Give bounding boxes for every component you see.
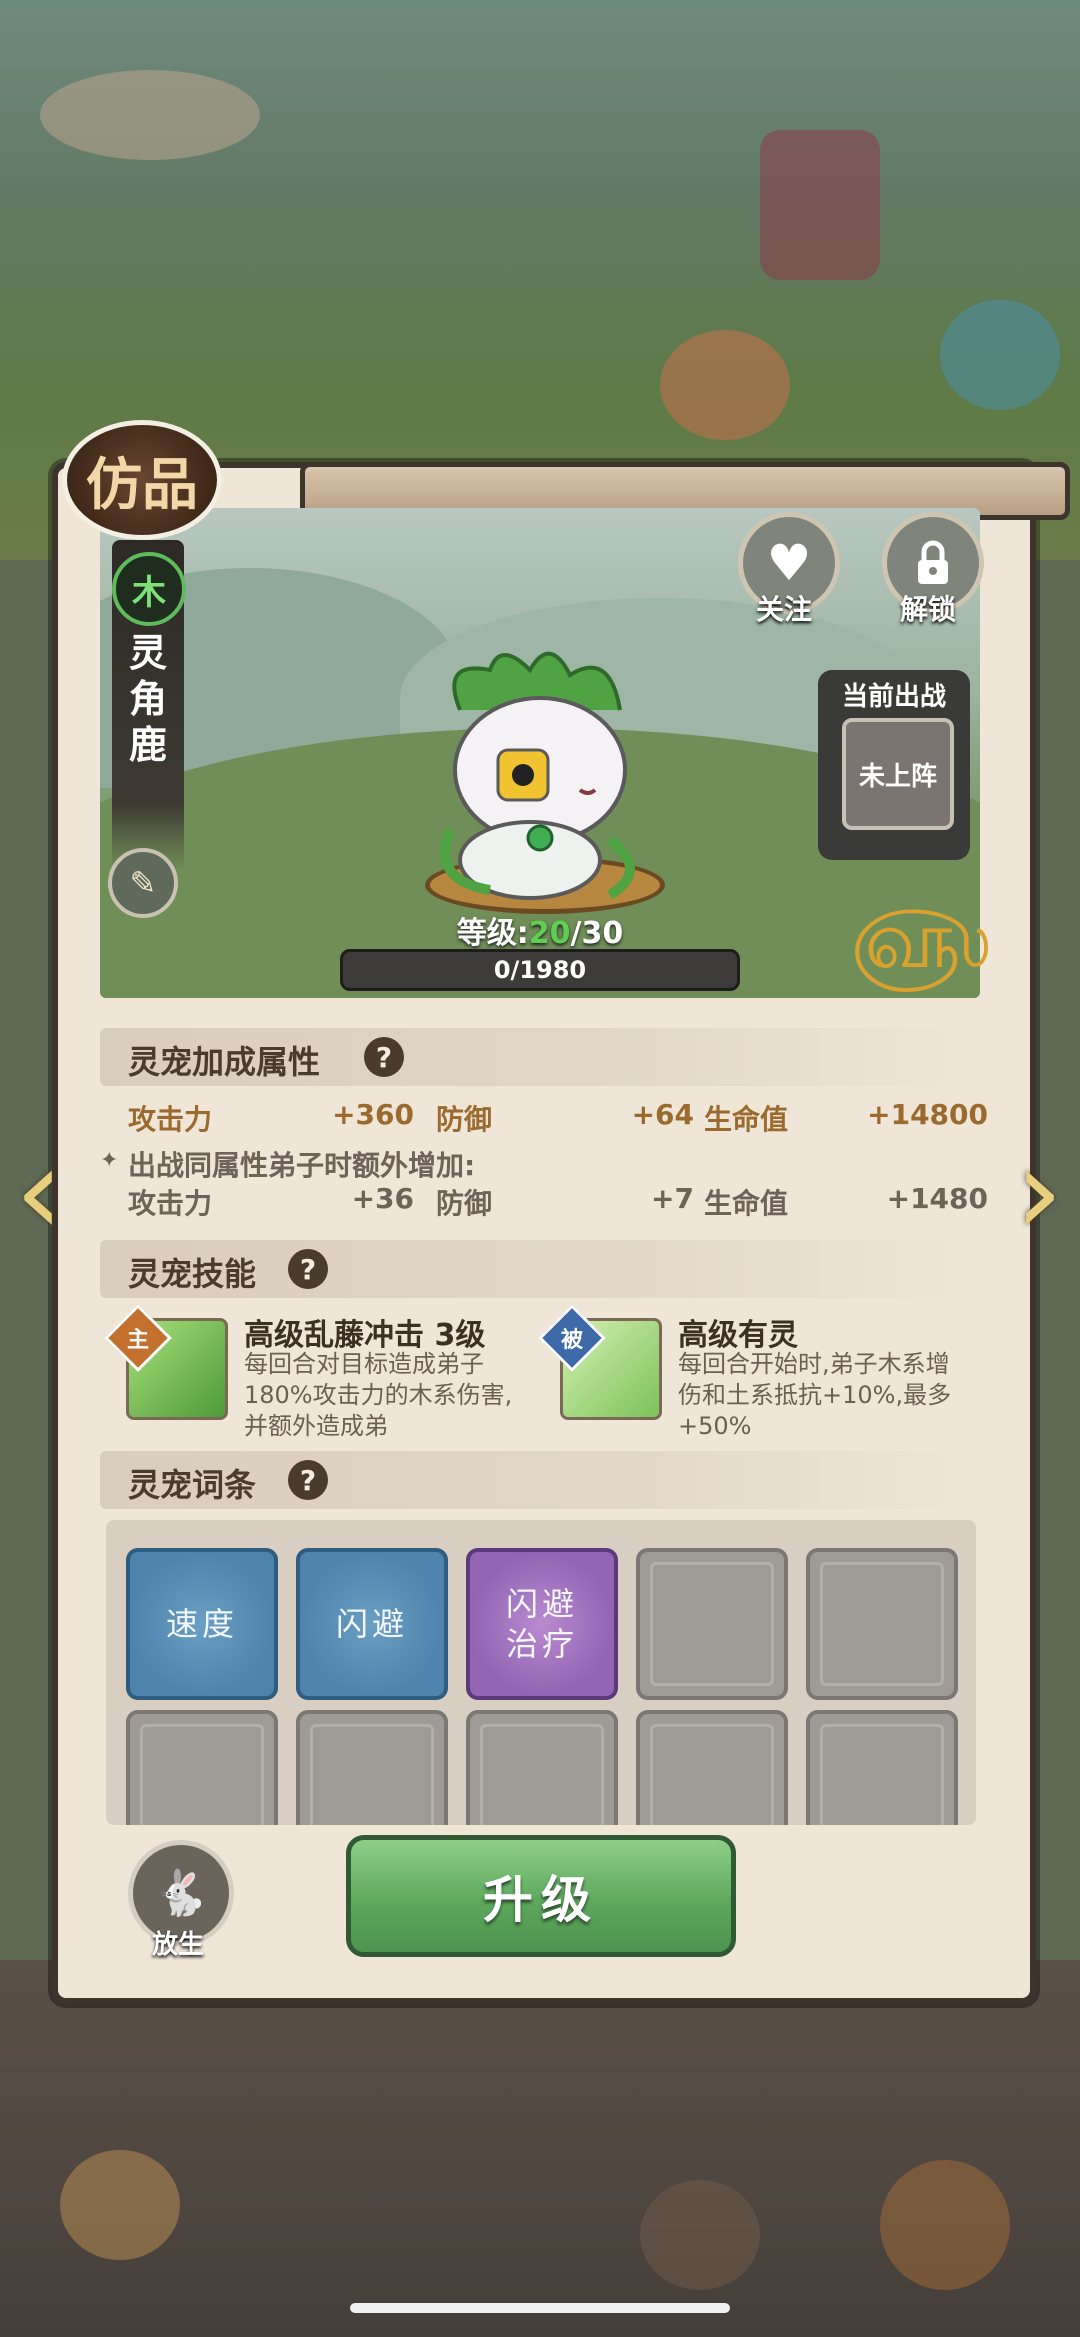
traits-title: 灵宠词条 bbox=[128, 1466, 257, 1504]
trait-slot-empty[interactable] bbox=[126, 1710, 278, 1825]
bonus-attr-name: 防御 bbox=[436, 1187, 493, 1220]
deploy-title: 当前出战 bbox=[841, 682, 946, 712]
attributes-help-icon[interactable]: ? bbox=[364, 1037, 404, 1077]
bonus-note: 出战同属性弟子时额外增加: bbox=[128, 1149, 476, 1182]
skill-tag-text: 主 bbox=[126, 1328, 149, 1353]
bonus-attr-value: +7 bbox=[651, 1182, 694, 1215]
level-current: 20 bbox=[528, 916, 571, 951]
grade-badge: 仿品 bbox=[62, 420, 222, 540]
attr-name: 防御 bbox=[436, 1103, 493, 1136]
follow-label: 关注 bbox=[755, 593, 812, 626]
diamond-bullet-icon: ✦ bbox=[100, 1148, 119, 1173]
background-character bbox=[760, 130, 880, 280]
release-label: 放生 bbox=[151, 1930, 204, 1960]
skill-name: 高级乱藤冲击 3级 bbox=[244, 1318, 486, 1353]
background-blob bbox=[40, 70, 260, 160]
traits-help-icon[interactable]: ? bbox=[288, 1460, 328, 1500]
next-arrow-icon[interactable]: › bbox=[1004, 1118, 1074, 1268]
background-character bbox=[660, 330, 790, 440]
skill-tag-text: 被 bbox=[560, 1328, 583, 1353]
skills-help-icon[interactable]: ? bbox=[288, 1249, 328, 1289]
exp-progress-bar: 0/1980 bbox=[340, 949, 740, 991]
trait-slot-empty[interactable] bbox=[636, 1710, 788, 1825]
lock-icon bbox=[918, 540, 948, 584]
trait-slot-empty[interactable] bbox=[466, 1710, 618, 1825]
attr-value: +64 bbox=[631, 1098, 694, 1131]
trait-grid: 速度 闪避 闪避治疗 bbox=[106, 1520, 976, 1825]
attr-name: 生命值 bbox=[704, 1103, 789, 1136]
brush-icon[interactable]: ✎ bbox=[108, 848, 178, 918]
trait-slot-empty[interactable] bbox=[636, 1548, 788, 1700]
skill-desc: 每回合对目标造成弟子180%攻击力的木系伤害,并额外造成弟 bbox=[244, 1350, 513, 1440]
attr-name: 攻击力 bbox=[128, 1103, 213, 1136]
level-max: /30 bbox=[570, 916, 624, 951]
skill-desc: 每回合开始时,弟子木系增伤和土系抵抗+10%,最多+50% bbox=[678, 1350, 952, 1440]
attributes-title: 灵宠加成属性 bbox=[128, 1043, 321, 1081]
trait-slot[interactable]: 闪避 bbox=[296, 1548, 448, 1700]
element-badge: 木 bbox=[112, 552, 186, 626]
nav-icon-shadow bbox=[640, 2180, 760, 2290]
bonus-attr-value: +36 bbox=[351, 1182, 414, 1215]
skill-name: 高级有灵 bbox=[678, 1318, 798, 1353]
upgrade-button[interactable]: 升级 bbox=[346, 1835, 736, 1957]
trait-slot[interactable]: 速度 bbox=[126, 1548, 278, 1700]
trait-label: 闪避治疗 bbox=[505, 1585, 578, 1663]
level-label: 等级: bbox=[456, 916, 529, 951]
skills-title: 灵宠技能 bbox=[128, 1255, 257, 1293]
nav-icon-shadow bbox=[880, 2160, 1010, 2290]
trait-label: 闪避 bbox=[335, 1605, 408, 1643]
exp-text: 0/1980 bbox=[493, 956, 587, 984]
trait-label: 速度 bbox=[165, 1605, 238, 1643]
pet-name: 灵角鹿 bbox=[128, 631, 167, 767]
trait-slot-empty[interactable] bbox=[296, 1710, 448, 1825]
pet-avatar bbox=[440, 651, 635, 900]
trait-slot-empty[interactable] bbox=[806, 1710, 958, 1825]
trait-slot-empty[interactable] bbox=[806, 1548, 958, 1700]
home-indicator bbox=[350, 2303, 730, 2313]
bonus-attr-name: 攻击力 bbox=[128, 1187, 213, 1220]
deploy-slot[interactable]: 未上阵 bbox=[842, 718, 954, 830]
back-button-shadow bbox=[60, 2150, 180, 2260]
bonus-attr-value: +1480 bbox=[886, 1182, 988, 1215]
rabbit-icon: 🐇 bbox=[153, 1868, 209, 1919]
level-display: 等级:20/30 bbox=[330, 908, 750, 952]
prev-arrow-icon[interactable]: ‹ bbox=[4, 1118, 74, 1268]
cloud-swirl-icon[interactable]: ௵ bbox=[850, 890, 991, 990]
unlock-label: 解锁 bbox=[899, 593, 956, 626]
heart-icon: ♥ bbox=[766, 534, 812, 592]
bonus-attr-name: 生命值 bbox=[704, 1187, 789, 1220]
attr-value: +360 bbox=[332, 1098, 414, 1131]
background-character bbox=[940, 300, 1060, 410]
trait-slot[interactable]: 闪避治疗 bbox=[466, 1548, 618, 1700]
attr-value: +14800 bbox=[867, 1098, 988, 1131]
